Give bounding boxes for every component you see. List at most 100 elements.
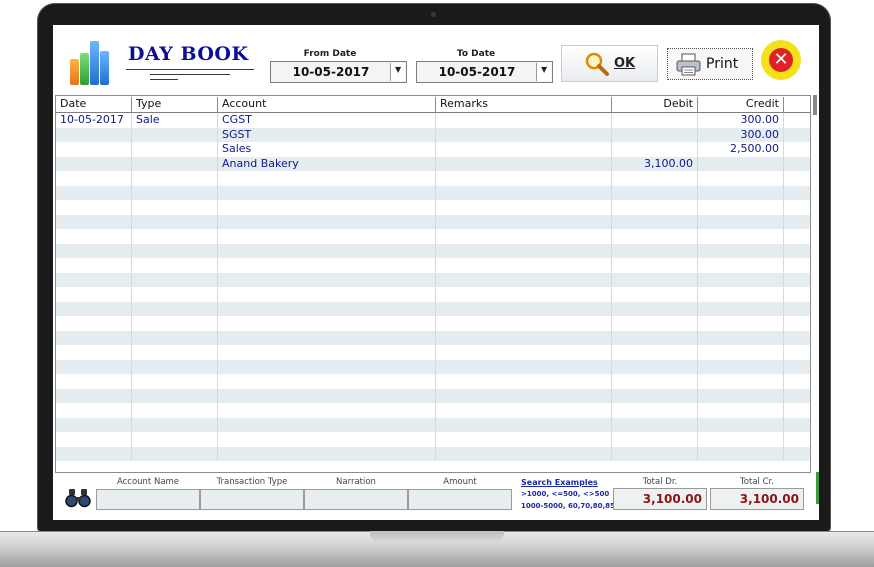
cell-date — [56, 200, 132, 215]
scrollbar[interactable] — [813, 95, 817, 115]
cell-type — [132, 156, 218, 171]
cell-remarks — [436, 142, 612, 157]
table-row[interactable] — [56, 243, 810, 258]
table-row[interactable] — [56, 287, 810, 302]
cell-credit — [698, 171, 784, 186]
search-examples-link[interactable]: Search Examples — [521, 478, 598, 487]
to-date-picker[interactable]: 10-05-2017 ▼ — [416, 61, 553, 83]
cell-credit — [698, 316, 784, 331]
transaction-type-input[interactable] — [200, 489, 304, 510]
cell-date — [56, 142, 132, 157]
cell-remarks — [436, 185, 612, 200]
cell-credit — [698, 185, 784, 200]
cell-credit — [698, 214, 784, 229]
cell-remarks — [436, 171, 612, 186]
cell-date — [56, 229, 132, 244]
col-header-account[interactable]: Account — [218, 97, 436, 113]
table-row[interactable] — [56, 432, 810, 447]
col-header-remarks[interactable]: Remarks — [436, 97, 612, 113]
from-date-picker[interactable]: 10-05-2017 ▼ — [270, 61, 407, 83]
account-name-input[interactable] — [96, 489, 200, 510]
cell-remarks — [436, 243, 612, 258]
table-row[interactable] — [56, 301, 810, 316]
cell-date — [56, 446, 132, 461]
table-row[interactable] — [56, 330, 810, 345]
col-header-debit[interactable]: Debit — [612, 97, 698, 113]
to-date-dropdown[interactable]: ▼ — [536, 63, 551, 81]
binoculars-icon[interactable] — [65, 488, 91, 508]
ok-button[interactable]: OK — [561, 45, 658, 82]
table-row[interactable]: 10-05-2017 Sale CGST 300.00 — [56, 113, 810, 128]
from-date-dropdown[interactable]: ▼ — [390, 63, 405, 81]
cell-date — [56, 388, 132, 403]
table-row[interactable]: SGST 300.00 — [56, 127, 810, 142]
col-header-date[interactable]: Date — [56, 97, 132, 113]
cell-credit — [698, 272, 784, 287]
table-row[interactable] — [56, 258, 810, 273]
cell-remarks — [436, 127, 612, 142]
status-strip — [816, 472, 819, 504]
col-header-type[interactable]: Type — [132, 97, 218, 113]
cell-account — [218, 330, 436, 345]
day-book-table[interactable]: Date Type Account Remarks Debit Credit 1… — [55, 95, 811, 473]
cell-credit: 300.00 — [698, 127, 784, 142]
table-row[interactable] — [56, 200, 810, 215]
table-row[interactable]: Anand Bakery 3,100.00 — [56, 156, 810, 171]
cell-debit — [612, 127, 698, 142]
cell-account — [218, 432, 436, 447]
table-row[interactable] — [56, 229, 810, 244]
cell-type — [132, 388, 218, 403]
cell-type — [132, 330, 218, 345]
table-row[interactable] — [56, 345, 810, 360]
amount-label: Amount — [443, 477, 477, 487]
table-row[interactable] — [56, 359, 810, 374]
table-row[interactable] — [56, 171, 810, 186]
cell-credit: 300.00 — [698, 113, 784, 128]
cell-debit — [612, 142, 698, 157]
close-button[interactable]: ✕ — [761, 40, 801, 80]
table-row[interactable] — [56, 316, 810, 331]
cell-debit — [612, 258, 698, 273]
cell-credit — [698, 229, 784, 244]
table-row[interactable] — [56, 403, 810, 418]
print-button[interactable]: Print — [667, 48, 753, 80]
table-row[interactable] — [56, 374, 810, 389]
narration-input[interactable] — [304, 489, 408, 510]
search-panel: Account Name Transaction Type Narration … — [53, 474, 819, 520]
cell-remarks — [436, 345, 612, 360]
cell-account — [218, 243, 436, 258]
cell-date — [56, 171, 132, 186]
table-row[interactable]: Sales 2,500.00 — [56, 142, 810, 157]
cell-type — [132, 301, 218, 316]
webcam — [431, 12, 436, 17]
col-header-credit[interactable]: Credit — [698, 97, 784, 113]
cell-debit — [612, 272, 698, 287]
cell-type — [132, 316, 218, 331]
cell-type — [132, 446, 218, 461]
table-row[interactable] — [56, 446, 810, 461]
cell-remarks — [436, 359, 612, 374]
cell-date: 10-05-2017 — [56, 113, 132, 128]
cell-remarks — [436, 374, 612, 389]
amount-input[interactable] — [408, 489, 512, 510]
table-row[interactable] — [56, 388, 810, 403]
cell-debit — [612, 417, 698, 432]
cell-account: SGST — [218, 127, 436, 142]
cell-remarks — [436, 403, 612, 418]
table-row[interactable] — [56, 417, 810, 432]
cell-remarks — [436, 258, 612, 273]
toolbar: DAY BOOK From Date 10-05-2017 ▼ To Date … — [53, 25, 819, 91]
to-date-value: 10-05-2017 — [438, 65, 516, 79]
cell-type — [132, 185, 218, 200]
chevron-down-icon: ▼ — [541, 65, 548, 74]
table-row[interactable] — [56, 214, 810, 229]
cell-credit — [698, 287, 784, 302]
cell-remarks — [436, 229, 612, 244]
table-row[interactable] — [56, 272, 810, 287]
ok-label: OK — [614, 56, 636, 71]
cell-credit — [698, 417, 784, 432]
table-row[interactable] — [56, 185, 810, 200]
day-book-window: DAY BOOK From Date 10-05-2017 ▼ To Date … — [53, 25, 819, 520]
cell-account — [218, 272, 436, 287]
cell-remarks — [436, 301, 612, 316]
